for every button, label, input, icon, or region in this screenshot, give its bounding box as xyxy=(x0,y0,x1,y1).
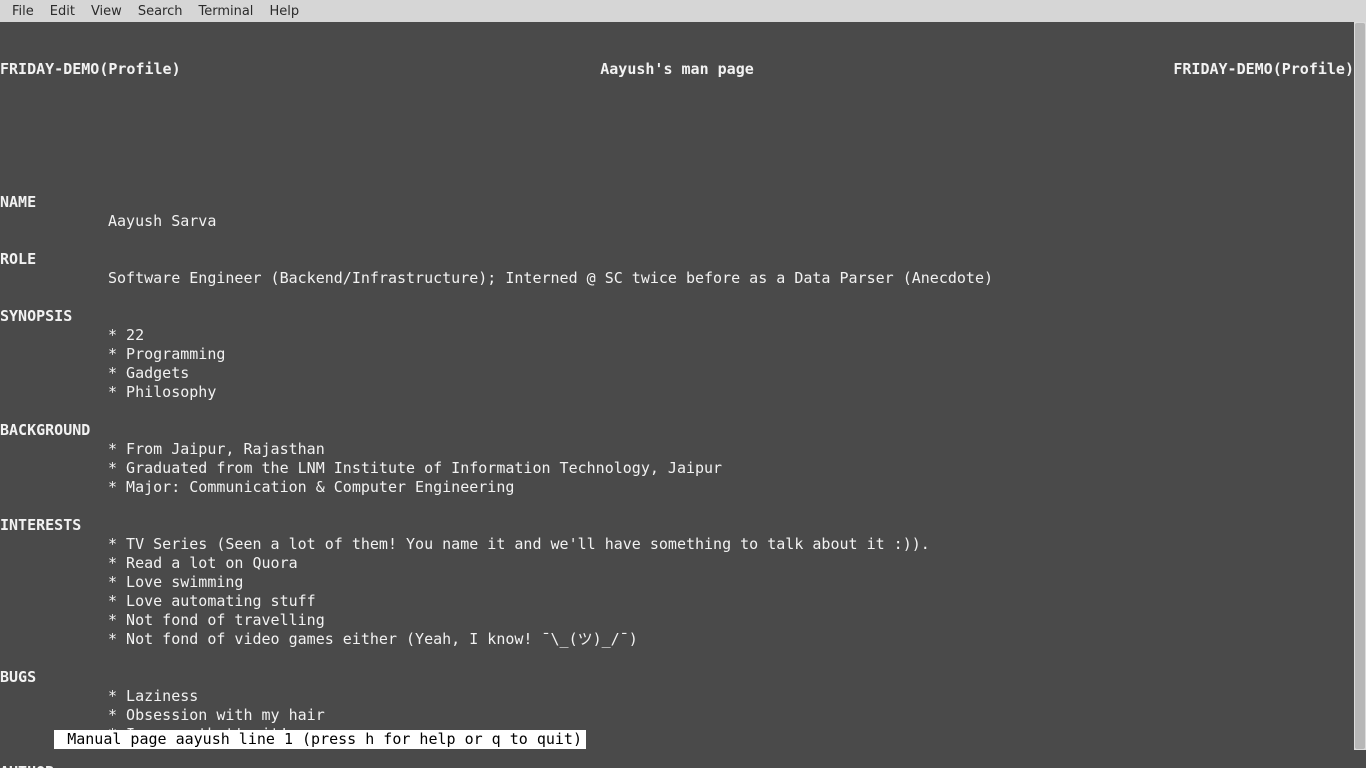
section-line: * Programming xyxy=(0,345,1354,364)
menu-help[interactable]: Help xyxy=(261,2,307,21)
section-line: * Laziness xyxy=(0,687,1354,706)
section-line: * Graduated from the LNM Institute of In… xyxy=(0,459,1354,478)
manpage-status: Manual page aayush line 1 (press h for h… xyxy=(54,730,586,749)
manpage-header-center: Aayush's man page xyxy=(181,60,1174,79)
section-title: BACKGROUND xyxy=(0,421,1354,440)
scrollbar-thumb[interactable] xyxy=(1355,23,1365,749)
manpage-header: FRIDAY-DEMO(Profile) Aayush's man page F… xyxy=(0,60,1354,79)
section-line: * Not fond of video games either (Yeah, … xyxy=(0,630,1354,649)
section-title: BUGS xyxy=(0,668,1354,687)
manpage-header-right: FRIDAY-DEMO(Profile) xyxy=(1173,60,1354,79)
menu-edit[interactable]: Edit xyxy=(42,2,83,21)
terminal-window: FRIDAY-DEMO(Profile) Aayush's man page F… xyxy=(0,22,1366,768)
section-line: * Love automating stuff xyxy=(0,592,1354,611)
menu-search[interactable]: Search xyxy=(130,2,191,21)
section-line: * Love swimming xyxy=(0,573,1354,592)
section-line: * Read a lot on Quora xyxy=(0,554,1354,573)
menu-file[interactable]: File xyxy=(4,2,42,21)
terminal-viewport[interactable]: FRIDAY-DEMO(Profile) Aayush's man page F… xyxy=(0,22,1354,768)
section-line: * Not fond of travelling xyxy=(0,611,1354,630)
section-title: ROLE xyxy=(0,250,1354,269)
manpage-header-left: FRIDAY-DEMO(Profile) xyxy=(0,60,181,79)
section-line: * Major: Communication & Computer Engine… xyxy=(0,478,1354,497)
section-title: SYNOPSIS xyxy=(0,307,1354,326)
section-line: * From Jaipur, Rajasthan xyxy=(0,440,1354,459)
section-line: * 22 xyxy=(0,326,1354,345)
section-line: * TV Series (Seen a lot of them! You nam… xyxy=(0,535,1354,554)
menu-view[interactable]: View xyxy=(83,2,130,21)
scrollbar-vertical[interactable] xyxy=(1354,22,1366,750)
section-line: * Philosophy xyxy=(0,383,1354,402)
menubar: File Edit View Search Terminal Help xyxy=(0,0,1366,22)
section-line: Software Engineer (Backend/Infrastructur… xyxy=(0,269,1354,288)
section-line: Aayush Sarva xyxy=(0,212,1354,231)
section-title: INTERESTS xyxy=(0,516,1354,535)
section-title: NAME xyxy=(0,193,1354,212)
section-line: * Gadgets xyxy=(0,364,1354,383)
menu-terminal[interactable]: Terminal xyxy=(190,2,261,21)
manpage-status-row: Manual page aayush line 1 (press h for h… xyxy=(0,711,1354,768)
